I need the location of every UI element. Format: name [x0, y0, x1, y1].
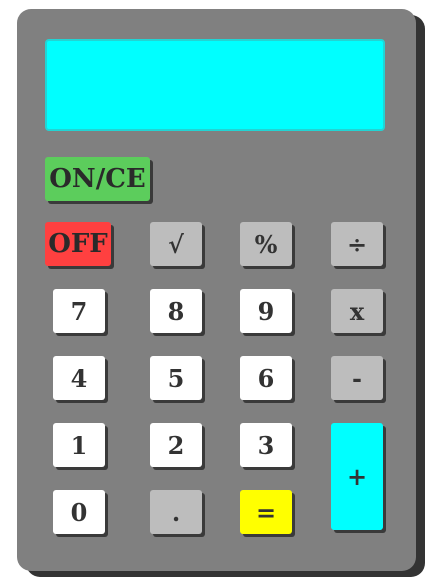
- percent-button[interactable]: %: [240, 222, 292, 266]
- plus-button[interactable]: +: [331, 423, 383, 530]
- equals-button[interactable]: =: [240, 490, 292, 534]
- digit-1-button[interactable]: 1: [53, 423, 105, 467]
- multiply-button[interactable]: x: [331, 289, 383, 333]
- divide-button[interactable]: ÷: [331, 222, 383, 266]
- calculator-body: ON/CE OFF √ % ÷ 7 8 9 x 4 5 6 - 1 2 3 + …: [17, 9, 416, 571]
- digit-9-button[interactable]: 9: [240, 289, 292, 333]
- on-ce-button[interactable]: ON/CE: [45, 157, 150, 201]
- digit-2-button[interactable]: 2: [150, 423, 202, 467]
- minus-button[interactable]: -: [331, 356, 383, 400]
- square-root-button[interactable]: √: [150, 222, 202, 266]
- digit-4-button[interactable]: 4: [53, 356, 105, 400]
- off-button[interactable]: OFF: [45, 222, 111, 266]
- digit-7-button[interactable]: 7: [53, 289, 105, 333]
- digit-3-button[interactable]: 3: [240, 423, 292, 467]
- digit-8-button[interactable]: 8: [150, 289, 202, 333]
- decimal-point-button[interactable]: .: [150, 490, 202, 534]
- digit-0-button[interactable]: 0: [53, 490, 105, 534]
- digit-5-button[interactable]: 5: [150, 356, 202, 400]
- calculator-display: [45, 39, 385, 131]
- digit-6-button[interactable]: 6: [240, 356, 292, 400]
